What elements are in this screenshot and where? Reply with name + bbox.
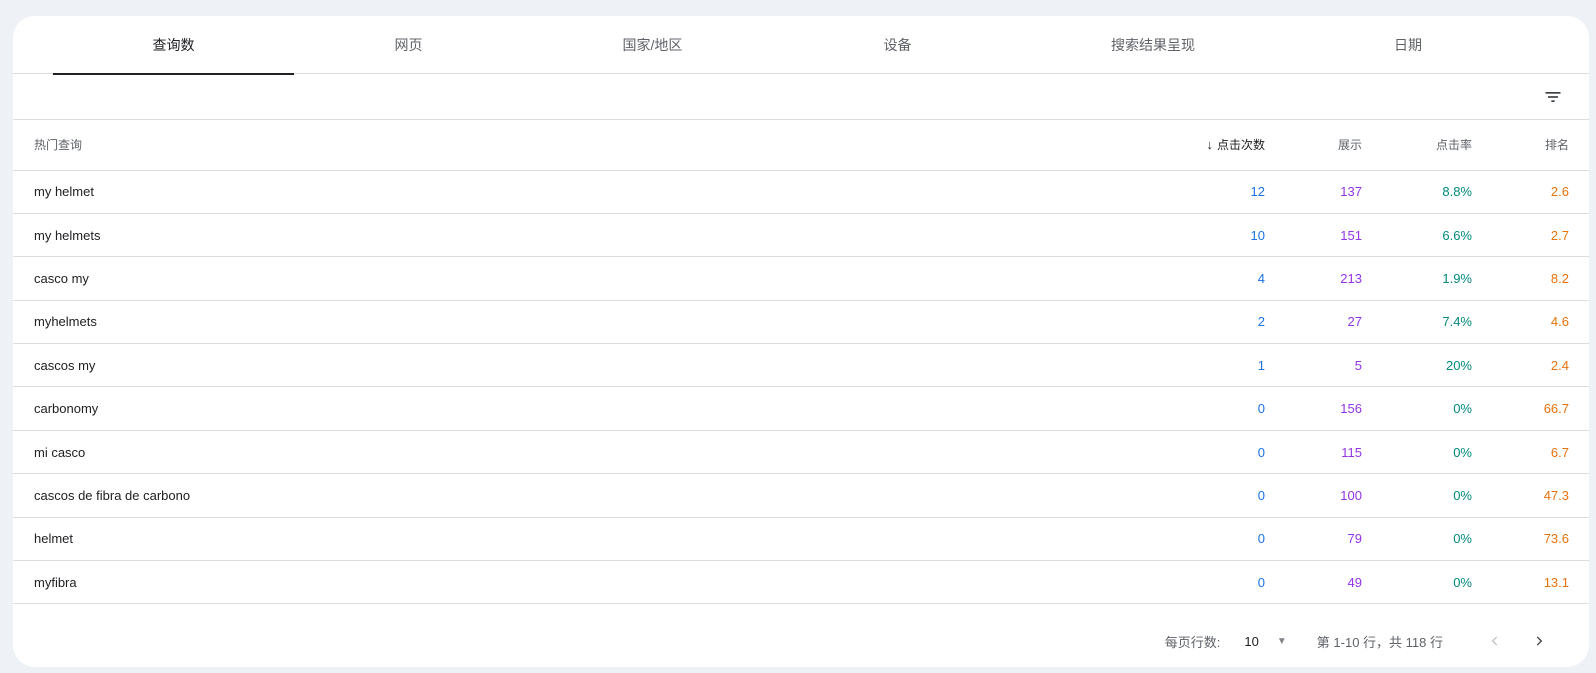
performance-card: 查询数 网页 国家/地区 设备 搜索结果呈现 日期 热门查询 ↓ 点击次数 展示 …: [13, 16, 1589, 667]
query-cell: helmet: [34, 531, 74, 547]
filter-bar: [13, 74, 1589, 120]
impressions-cell: 137: [1340, 184, 1362, 200]
clicks-cell: 1: [1257, 357, 1265, 373]
position-cell: 2.4: [1550, 357, 1569, 373]
page-range-text: 第 1-10 行，共 118 行: [1316, 634, 1443, 650]
table-row[interactable]: mi casco 0 115 0% 6.7: [13, 430, 1589, 474]
ctr-cell: 0%: [1453, 401, 1472, 417]
query-cell: cascos my: [34, 357, 96, 373]
clicks-cell: 4: [1257, 270, 1265, 286]
clicks-cell: 2: [1257, 314, 1265, 330]
position-cell: 6.7: [1550, 444, 1569, 460]
position-cell: 13.1: [1543, 574, 1569, 590]
impressions-cell: 100: [1340, 487, 1362, 503]
caret-down-icon: ▼: [1276, 635, 1287, 647]
impressions-cell: 156: [1340, 401, 1362, 417]
table-row[interactable]: myfibra 0 49 0% 13.1: [13, 561, 1589, 604]
table-row[interactable]: my helmet 12 137 8.8% 2.6: [13, 170, 1589, 214]
tab-search-appearance[interactable]: 搜索结果呈现: [1013, 16, 1293, 74]
pagination-bar: 每页行数: 10 ▼ 第 1-10 行，共 118 行: [13, 615, 1589, 667]
impressions-cell: 27: [1347, 314, 1362, 330]
clicks-cell: 0: [1257, 487, 1265, 503]
arrow-down-icon: ↓: [1206, 137, 1213, 153]
chevron-left-icon: [1491, 636, 1498, 646]
position-cell: 66.7: [1543, 401, 1569, 417]
header-ctr[interactable]: 点击率: [1382, 120, 1492, 170]
ctr-cell: 8.8%: [1442, 184, 1472, 200]
position-cell: 2.7: [1550, 227, 1569, 243]
ctr-cell: 6.6%: [1442, 227, 1472, 243]
query-cell: myhelmets: [34, 314, 97, 330]
clicks-cell: 0: [1257, 444, 1265, 460]
next-page-button[interactable]: [1527, 629, 1551, 653]
impressions-cell: 79: [1347, 531, 1362, 547]
position-cell: 47.3: [1543, 487, 1569, 503]
clicks-cell: 12: [1250, 184, 1265, 200]
rows-per-page-label: 每页行数:: [1164, 634, 1221, 650]
table-row[interactable]: my helmets 10 151 6.6% 2.7: [13, 213, 1589, 257]
query-cell: casco my: [34, 270, 89, 286]
chevron-right-icon: [1536, 636, 1543, 646]
ctr-cell: 0%: [1453, 487, 1472, 503]
table-row[interactable]: myhelmets 2 27 7.4% 4.6: [13, 300, 1589, 344]
table-row[interactable]: carbonomy 0 156 0% 66.7: [13, 387, 1589, 431]
position-cell: 8.2: [1550, 270, 1569, 286]
ctr-cell: 0%: [1453, 531, 1472, 547]
query-cell: carbonomy: [34, 401, 99, 417]
ctr-cell: 20%: [1445, 357, 1472, 373]
position-cell: 73.6: [1543, 531, 1569, 547]
rows-per-page-value: 10: [1244, 633, 1259, 649]
impressions-cell: 115: [1341, 444, 1362, 460]
filter-icon[interactable]: [1543, 87, 1563, 107]
header-position[interactable]: 排名: [1492, 120, 1589, 170]
tab-pages[interactable]: 网页: [294, 16, 523, 74]
ctr-cell: 0%: [1453, 444, 1472, 460]
impressions-cell: 5: [1354, 357, 1362, 373]
position-cell: 4.6: [1550, 314, 1569, 330]
header-top-queries[interactable]: 热门查询: [13, 120, 1145, 170]
header-clicks[interactable]: ↓ 点击次数: [1145, 120, 1285, 170]
clicks-cell: 0: [1257, 531, 1265, 547]
queries-table: 热门查询 ↓ 点击次数 展示 点击率 排名 my helmet 12 137 8.…: [13, 120, 1589, 604]
prev-page-button[interactable]: [1483, 629, 1507, 653]
query-cell: cascos de fibra de carbono: [34, 487, 191, 503]
position-cell: 2.6: [1550, 184, 1569, 200]
header-impressions[interactable]: 展示: [1285, 120, 1382, 170]
tab-countries[interactable]: 国家/地区: [523, 16, 782, 74]
table-row[interactable]: casco my 4 213 1.9% 8.2: [13, 257, 1589, 301]
query-cell: my helmet: [34, 184, 94, 200]
clicks-cell: 0: [1257, 401, 1265, 417]
table-row[interactable]: cascos my 1 5 20% 2.4: [13, 344, 1589, 387]
table-header-row: 热门查询 ↓ 点击次数 展示 点击率 排名: [13, 120, 1589, 170]
clicks-cell: 0: [1257, 574, 1265, 590]
tab-queries[interactable]: 查询数: [53, 16, 294, 75]
ctr-cell: 0%: [1453, 574, 1472, 590]
query-cell: mi casco: [34, 444, 86, 460]
dimension-tabs: 查询数 网页 国家/地区 设备 搜索结果呈现 日期: [13, 16, 1589, 75]
query-cell: myfibra: [34, 574, 77, 590]
impressions-cell: 213: [1340, 270, 1362, 286]
rows-per-page-select[interactable]: 10 ▼: [1244, 634, 1286, 649]
ctr-cell: 7.4%: [1442, 314, 1472, 330]
impressions-cell: 49: [1347, 574, 1362, 590]
table-row[interactable]: cascos de fibra de carbono 0 100 0% 47.3: [13, 474, 1589, 518]
impressions-cell: 151: [1340, 227, 1362, 243]
tab-dates[interactable]: 日期: [1293, 16, 1523, 74]
clicks-cell: 10: [1250, 227, 1265, 243]
query-cell: my helmets: [34, 227, 101, 243]
tab-devices[interactable]: 设备: [782, 16, 1013, 74]
header-clicks-label: 点击次数: [1216, 138, 1265, 153]
table-row[interactable]: helmet 0 79 0% 73.6: [13, 517, 1589, 561]
ctr-cell: 1.9%: [1442, 270, 1472, 286]
